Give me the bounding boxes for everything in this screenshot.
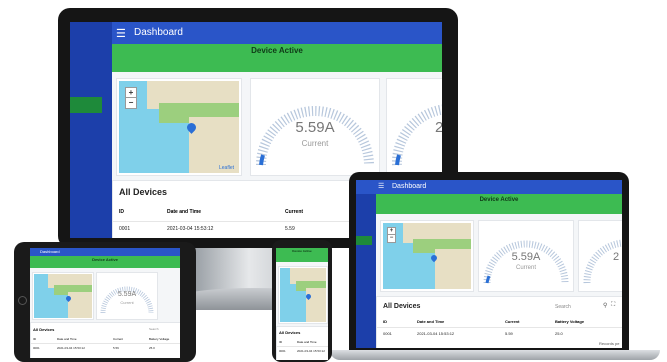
column-header: ID — [279, 340, 282, 344]
device-status-banner: Device Active — [276, 248, 328, 262]
cell-datetime: 2021-03-04 15:53:12 — [417, 331, 455, 336]
gauge-value-partial: 2 — [613, 251, 620, 263]
gauge-value-partial: 2 — [435, 119, 442, 136]
cell-id: 0001 — [33, 346, 40, 350]
column-header: Date and Time — [57, 337, 77, 341]
cell-current: 5.59 — [113, 346, 119, 350]
sidebar-active-item[interactable] — [70, 97, 102, 113]
device-status-banner: Device Active — [112, 44, 442, 72]
cell-current: 5.59 — [505, 331, 513, 336]
current-gauge-card: 5.59A Current — [250, 78, 380, 176]
cell-battery: 25.0 — [555, 331, 563, 336]
gauge-value: 5.59A — [511, 251, 541, 263]
banner-text: Device Active — [479, 197, 519, 203]
column-header: Current — [505, 319, 520, 324]
map[interactable]: + − — [383, 223, 471, 289]
devices-card: All Devices Search ⚲ ⛶ ID Date and Time … — [376, 296, 622, 348]
app-title: Dashboard — [40, 249, 60, 254]
map-card: + − — [380, 220, 474, 292]
device-status-banner: Device Active — [30, 256, 180, 268]
column-header: Date and Time — [297, 340, 317, 344]
column-header: Date and Time — [167, 209, 202, 215]
gauge-value: 5.59A — [295, 119, 335, 136]
top-bar: ☰ Dashboard — [112, 22, 442, 44]
sidebar-active-item[interactable] — [356, 236, 372, 245]
search-icon[interactable]: ⚲ — [603, 302, 607, 309]
map-card — [278, 266, 328, 324]
search-input[interactable]: Search — [555, 304, 571, 310]
banner-text: Device Active — [92, 257, 118, 262]
top-bar: Dashboard — [30, 248, 180, 256]
phone-screen: Device Active All Devices ID Date and Ti… — [276, 248, 328, 360]
table-row[interactable]: 0001 2021-03-04 15:53:12 5.59 25.0 — [377, 327, 622, 338]
cell-id: 0001 — [119, 226, 131, 232]
devices-card: All Devices Search ID Date and Time Curr… — [30, 322, 180, 358]
table-row[interactable]: 0001 2021-03-04 15:53:12 — [277, 346, 328, 355]
cell-id: 0001 — [279, 349, 286, 353]
banner-text: Device Active — [251, 46, 303, 55]
sidebar — [356, 180, 376, 348]
app-title: Dashboard — [134, 27, 183, 38]
zoom-out-button[interactable]: − — [387, 234, 396, 243]
devices-title: All Devices — [279, 330, 301, 335]
laptop-base — [330, 350, 660, 360]
devices-title: All Devices — [383, 303, 421, 310]
gauge-value: 5.59A — [117, 291, 137, 298]
cell-current: 5.59 — [285, 226, 295, 232]
records-per-page: Records pe — [599, 341, 620, 346]
column-header: Battery Voltage — [149, 337, 170, 341]
fullscreen-icon[interactable]: ⛶ — [611, 302, 615, 309]
current-gauge-card: 5.59A Current — [478, 220, 574, 292]
hamburger-menu-icon[interactable]: ☰ — [378, 182, 384, 190]
column-header: Date and Time — [417, 319, 445, 324]
laptop-screen: ☰ Dashboard Device Active + − 5.59A Curr… — [356, 180, 622, 348]
cell-datetime: 2021-03-04 15:53:12 — [297, 349, 325, 353]
map-card — [32, 272, 94, 320]
sidebar — [70, 22, 112, 238]
map[interactable]: + − Leaflet — [119, 81, 239, 173]
devices-title: All Devices — [33, 327, 55, 332]
hamburger-menu-icon[interactable]: ☰ — [116, 27, 126, 40]
voltage-gauge-card: 2 — [386, 78, 442, 176]
device-status-banner: Device Active — [376, 194, 622, 214]
gauge-label: Current — [301, 139, 329, 148]
cell-datetime: 2021-03-04 15:53:12 — [167, 226, 214, 232]
cell-id: 0001 — [383, 331, 392, 336]
column-header: Current — [285, 209, 304, 215]
current-gauge-card: 5.59A Current — [96, 272, 158, 320]
devices-card: All Devices ID Date and Time 0001 2021-0… — [276, 326, 328, 360]
map-card: + − Leaflet — [116, 78, 242, 176]
column-header: ID — [33, 337, 36, 341]
map[interactable] — [34, 274, 92, 318]
search-input[interactable]: Search — [149, 327, 159, 331]
cell-datetime: 2021-03-04 15:53:12 — [57, 346, 85, 350]
map[interactable] — [280, 268, 326, 322]
gauge-label: Current — [120, 300, 134, 305]
column-header: ID — [383, 319, 387, 324]
column-header: ID — [119, 209, 124, 215]
voltage-gauge — [391, 104, 442, 166]
gauge-label: Current — [515, 265, 536, 271]
zoom-out-button[interactable]: − — [125, 97, 137, 109]
cell-battery: 25.0 — [149, 346, 155, 350]
devices-title: All Devices — [119, 187, 168, 197]
table-row[interactable]: 0001 2021-03-04 15:53:12 5.59 25.0 — [31, 343, 180, 352]
map-attribution[interactable]: Leaflet — [219, 165, 234, 171]
column-header: Battery Voltage — [555, 319, 585, 324]
tablet-screen: Dashboard Device Active 5.59A Current Al… — [30, 248, 180, 358]
voltage-gauge-card: 2 — [578, 220, 622, 292]
banner-text: Device Active — [292, 249, 312, 253]
column-header: Current — [113, 337, 124, 341]
top-bar: ☰ Dashboard — [356, 180, 622, 194]
tablet-home-button[interactable] — [18, 296, 27, 305]
app-title: Dashboard — [392, 183, 427, 190]
